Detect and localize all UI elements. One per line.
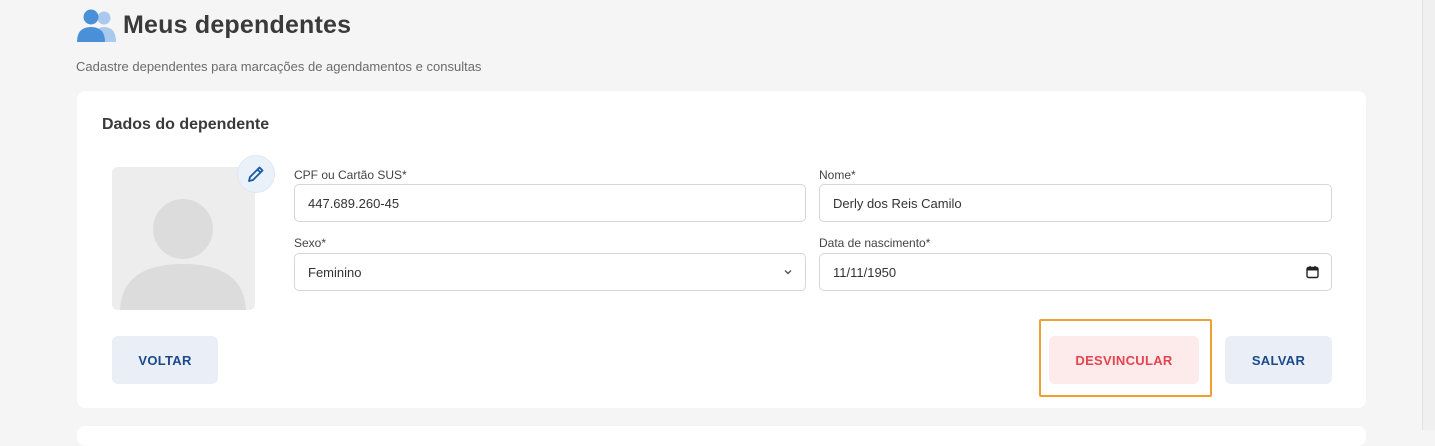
- person-placeholder-icon: [120, 199, 246, 310]
- sexo-label: Sexo*: [294, 236, 327, 250]
- nome-value: Derly dos Reis Camilo: [833, 195, 962, 211]
- cpf-label: CPF ou Cartão SUS*: [294, 168, 407, 182]
- salvar-button[interactable]: SALVAR: [1225, 336, 1332, 384]
- nome-input[interactable]: Derly dos Reis Camilo: [819, 184, 1332, 222]
- edit-photo-button[interactable]: [237, 155, 275, 193]
- sexo-select[interactable]: Feminino: [294, 253, 806, 291]
- cpf-input[interactable]: 447.689.260-45: [294, 184, 806, 222]
- voltar-button[interactable]: VOLTAR: [112, 336, 218, 384]
- avatar: [112, 167, 255, 310]
- users-icon: [77, 9, 116, 42]
- dependent-card: Dados do dependente CPF ou Cartão SUS* 4…: [77, 91, 1366, 408]
- calendar-icon[interactable]: [1306, 266, 1319, 279]
- page-title: Meus dependentes: [123, 10, 352, 39]
- nascimento-value: 11/11/1950: [833, 264, 897, 280]
- nascimento-label: Data de nascimento*: [819, 236, 931, 250]
- scrollbar[interactable]: [1422, 0, 1435, 430]
- chevron-down-icon: [784, 270, 792, 275]
- desvincular-button[interactable]: DESVINCULAR: [1049, 336, 1199, 384]
- card-title: Dados do dependente: [102, 116, 270, 133]
- page-header: Meus dependentes: [76, 8, 351, 42]
- cpf-value: 447.689.260-45: [308, 195, 400, 211]
- pencil-icon: [248, 166, 264, 182]
- sexo-value: Feminino: [308, 264, 362, 280]
- secondary-card: [77, 426, 1366, 446]
- nascimento-input[interactable]: 11/11/1950: [819, 253, 1332, 291]
- page-subtitle: Cadastre dependentes para marcações de a…: [76, 59, 482, 74]
- nome-label: Nome*: [819, 168, 856, 182]
